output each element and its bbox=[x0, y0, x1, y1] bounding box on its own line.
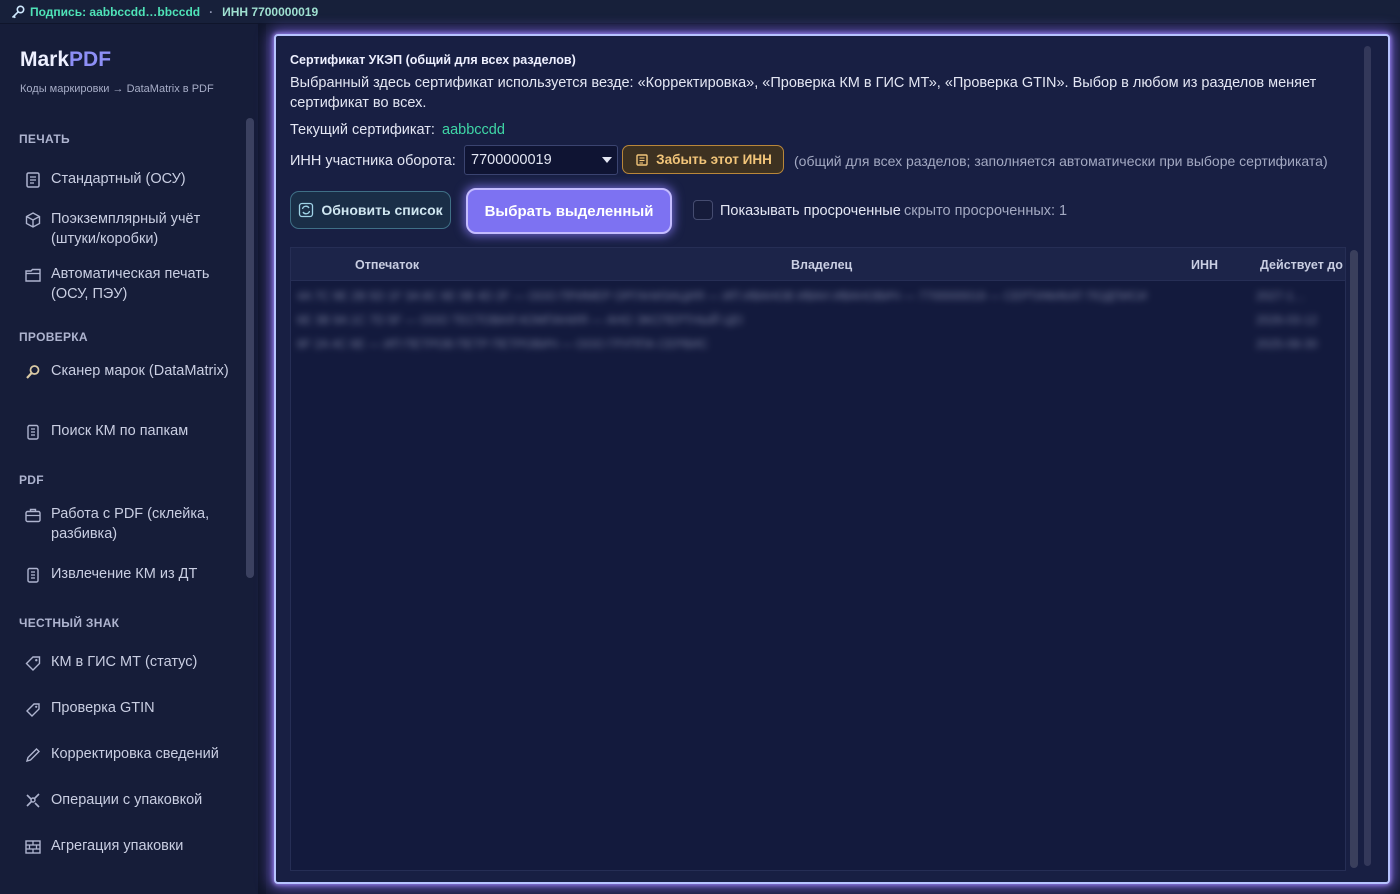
box-icon bbox=[24, 211, 42, 229]
certificate-panel: Сертификат УКЭП (общий для всех разделов… bbox=[274, 34, 1390, 884]
inn-status: ИНН 7700000019 bbox=[222, 4, 319, 19]
pencil-icon bbox=[24, 746, 42, 764]
certificates-table: Отпечаток Владелец ИНН Действует до 4A 7… bbox=[290, 247, 1346, 871]
table-row[interactable]: 6E 3B 9A 1C 7D 5F — ООО ТЕСТОВАЯ КОМПАНИ… bbox=[291, 308, 1345, 332]
clipboard-icon bbox=[24, 566, 42, 584]
tag-icon bbox=[24, 654, 42, 672]
hidden-expired-count: скрыто просроченных: 1 bbox=[904, 203, 1068, 219]
refresh-icon bbox=[299, 202, 314, 218]
inn-hint: (общий для всех разделов; заполняется ав… bbox=[794, 153, 1328, 169]
status-bar: Подпись: aabbccdd…bbccdd · ИНН 770000001… bbox=[0, 0, 1400, 24]
app-subtitle: Коды маркировки → DataMatrix в PDF bbox=[20, 83, 214, 95]
current-cert-label: Текущий сертификат: bbox=[290, 122, 435, 138]
show-expired-checkbox[interactable] bbox=[693, 200, 713, 220]
signature-status: Подпись: aabbccdd…bbccdd bbox=[30, 4, 201, 19]
table-scrollbar[interactable] bbox=[1350, 250, 1358, 868]
clipboard-icon bbox=[24, 423, 42, 441]
sidebar-item-packaging[interactable]: Операции с упаковкой bbox=[24, 791, 234, 811]
key-icon bbox=[11, 4, 25, 18]
magnifier-icon bbox=[24, 363, 42, 381]
forget-inn-button[interactable]: Забыть этот ИНН bbox=[622, 145, 784, 174]
bricks-icon bbox=[24, 838, 42, 856]
status-separator: · bbox=[209, 4, 214, 19]
sidebar-item-gtin[interactable]: Проверка GTIN bbox=[24, 699, 234, 719]
show-expired-label[interactable]: Показывать просроченные bbox=[720, 203, 901, 219]
inn-label: ИНН участника оборота: bbox=[290, 153, 456, 169]
table-row[interactable]: 8F 2A 4C 6E — ИП ПЕТРОВ ПЕТР ПЕТРОВИЧ — … bbox=[291, 332, 1345, 356]
table-header: Отпечаток Владелец ИНН Действует до bbox=[291, 248, 1345, 281]
sidebar-item-standard[interactable]: Стандартный (ОСУ) bbox=[24, 170, 234, 190]
sidebar-scrollbar[interactable] bbox=[246, 118, 254, 578]
select-highlighted-button[interactable]: Выбрать выделенный bbox=[466, 188, 672, 234]
table-row[interactable]: 4A 7C 9E 2B 5D 1F 3A 8C 6E 0B 4D 2F — ОО… bbox=[291, 284, 1345, 308]
app-logo: MarkPDF bbox=[20, 48, 112, 71]
sidebar-item-correction[interactable]: Корректировка сведений bbox=[24, 745, 234, 765]
sidebar-item-per-unit[interactable]: Поэкземплярный учёт (штуки/коробки) bbox=[24, 210, 234, 249]
scroll-icon bbox=[636, 153, 648, 166]
column-header-owner[interactable]: Владелец bbox=[791, 258, 852, 272]
sidebar-item-aggregation[interactable]: Агрегация упаковки bbox=[24, 837, 234, 857]
sidebar-item-extract-dt[interactable]: Извлечение КМ из ДТ bbox=[24, 565, 234, 585]
section-honest-sign: ЧЕСТНЫЙ ЗНАК bbox=[19, 616, 120, 630]
sidebar-divider bbox=[258, 24, 266, 894]
sidebar: MarkPDF Коды маркировки → DataMatrix в P… bbox=[0, 24, 258, 894]
dropdown-arrow-icon[interactable] bbox=[602, 157, 612, 163]
current-cert-value: aabbccdd bbox=[442, 122, 505, 138]
sidebar-item-km-status[interactable]: КМ в ГИС МТ (статус) bbox=[24, 653, 234, 673]
inn-combobox[interactable] bbox=[464, 145, 618, 175]
tools-icon bbox=[24, 792, 42, 810]
inn-input[interactable] bbox=[465, 152, 601, 168]
sidebar-item-pdf-tools[interactable]: Работа с PDF (склейка, разбивка) bbox=[24, 505, 234, 544]
sidebar-item-search-folders[interactable]: Поиск КМ по папкам bbox=[24, 422, 234, 442]
section-print: ПЕЧАТЬ bbox=[19, 132, 70, 146]
column-header-valid-until[interactable]: Действует до bbox=[1260, 258, 1343, 272]
document-icon bbox=[24, 171, 42, 189]
column-header-inn[interactable]: ИНН bbox=[1191, 258, 1218, 272]
sidebar-item-scanner[interactable]: Сканер марок (DataMatrix) bbox=[24, 362, 234, 382]
panel-title: Сертификат УКЭП (общий для всех разделов… bbox=[290, 53, 576, 67]
section-check: ПРОВЕРКА bbox=[19, 330, 88, 344]
sidebar-item-auto-print[interactable]: Автоматическая печать (ОСУ, ПЭУ) bbox=[24, 265, 234, 304]
briefcase-icon bbox=[24, 506, 42, 524]
column-header-thumbprint[interactable]: Отпечаток bbox=[355, 258, 419, 272]
label-icon bbox=[24, 700, 42, 718]
panel-description: Выбранный здесь сертификат используется … bbox=[290, 75, 1317, 111]
refresh-list-button[interactable]: Обновить список bbox=[290, 191, 451, 229]
panel-scrollbar[interactable] bbox=[1364, 46, 1371, 866]
folder-icon bbox=[24, 266, 42, 284]
section-pdf: PDF bbox=[19, 473, 44, 487]
